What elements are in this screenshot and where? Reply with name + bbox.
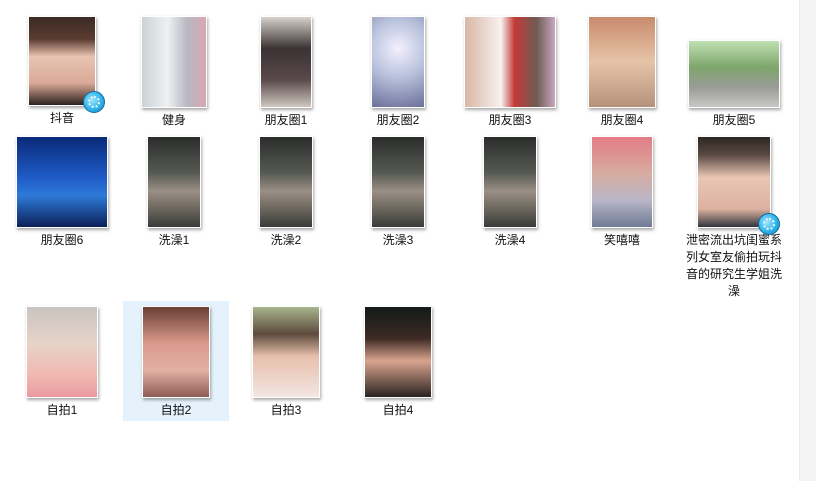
image-thumbnail [259, 136, 313, 228]
image-thumbnail [591, 136, 653, 228]
image-thumbnail [371, 136, 425, 228]
file-item[interactable]: 朋友圈5 [684, 40, 784, 129]
image-thumbnail [141, 16, 207, 108]
file-name: 朋友圈6 [40, 233, 84, 247]
file-name: 洗澡4 [494, 233, 526, 247]
file-grid: 抖音 健身 朋友圈1 朋友圈2 朋友圈3 朋友圈4 朋友圈5 朋友圈6 洗澡1 … [0, 0, 800, 481]
file-item[interactable]: 自拍3 [236, 306, 336, 419]
video-player-icon [758, 213, 780, 235]
image-thumbnail [371, 16, 425, 108]
file-item[interactable]: 朋友圈2 [348, 16, 448, 129]
file-name: 洗澡1 [158, 233, 190, 247]
video-thumbnail [697, 136, 780, 235]
file-item[interactable]: 洗澡4 [460, 136, 560, 249]
image-thumbnail [26, 306, 98, 398]
file-name: 洗澡3 [382, 233, 414, 247]
file-name: 朋友圈2 [376, 113, 420, 127]
image-thumbnail [483, 136, 537, 228]
file-item[interactable]: 自拍4 [348, 306, 448, 419]
file-name: 自拍4 [382, 403, 414, 417]
image-thumbnail [364, 306, 432, 398]
file-item-selected[interactable]: 自拍2 [123, 301, 229, 421]
file-item[interactable]: 泄密流出坑闺蜜系列女室友偷拍玩抖音的研究生学姐洗澡 [684, 136, 784, 300]
file-item[interactable]: 洗澡2 [236, 136, 336, 249]
file-name: 朋友圈3 [488, 113, 532, 127]
image-thumbnail [142, 306, 210, 398]
file-name: 笑嘻嘻 [603, 233, 640, 247]
file-item[interactable]: 朋友圈1 [236, 16, 336, 129]
file-name: 洗澡2 [270, 233, 302, 247]
image-thumbnail [147, 136, 201, 228]
image-thumbnail [688, 40, 780, 108]
file-item[interactable]: 笑嘻嘻 [572, 136, 672, 249]
image-thumbnail [588, 16, 656, 108]
file-item[interactable]: 朋友圈6 [12, 136, 112, 249]
file-name: 泄密流出坑闺蜜系列女室友偷拍玩抖音的研究生学姐洗澡 [686, 233, 783, 298]
file-item[interactable]: 自拍1 [12, 306, 112, 419]
video-thumbnail [28, 16, 105, 113]
file-item[interactable]: 朋友圈4 [572, 16, 672, 129]
file-item[interactable]: 洗澡3 [348, 136, 448, 249]
file-item[interactable]: 健身 [124, 16, 224, 129]
file-name: 自拍1 [46, 403, 78, 417]
image-thumbnail [464, 16, 556, 108]
file-name: 朋友圈4 [600, 113, 644, 127]
image-thumbnail [260, 16, 312, 108]
file-item[interactable]: 抖音 [12, 16, 112, 127]
image-thumbnail [252, 306, 320, 398]
file-item[interactable]: 朋友圈3 [460, 16, 560, 129]
file-name: 自拍3 [270, 403, 302, 417]
file-name: 健身 [161, 113, 186, 127]
video-player-icon [83, 91, 105, 113]
vertical-scrollbar[interactable] [799, 0, 816, 481]
file-name: 朋友圈1 [264, 113, 308, 127]
file-name: 自拍2 [160, 403, 192, 417]
file-item[interactable]: 洗澡1 [124, 136, 224, 249]
image-thumbnail [16, 136, 108, 228]
file-name: 朋友圈5 [712, 113, 756, 127]
